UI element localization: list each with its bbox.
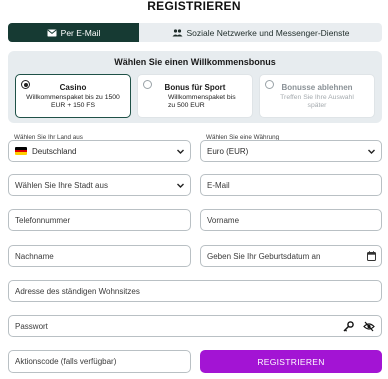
registration-tabs: Per E-Mail Soziale Netzwerke und Messeng… [8, 23, 382, 42]
radio-unselected-icon[interactable] [265, 80, 274, 89]
radio-unselected-icon[interactable] [143, 80, 152, 89]
city-placeholder: Wählen Sie Ihre Stadt aus [15, 180, 108, 190]
tab-social[interactable]: Soziale Netzwerke und Messenger-Dienste [139, 23, 382, 42]
bonus-option-sport[interactable]: Bonus für Sport Willkommenspaket bis zu … [137, 74, 253, 118]
calendar-icon[interactable] [367, 251, 376, 263]
last-name-placeholder: Nachname [15, 251, 54, 261]
phone-placeholder: Telefonnummer [15, 215, 71, 225]
chevron-down-icon [176, 181, 185, 192]
country-select[interactable]: Deutschland [8, 140, 191, 162]
city-select[interactable]: Wählen Sie Ihre Stadt aus [8, 174, 191, 196]
password-field[interactable]: Passwort [8, 315, 382, 337]
bonus-option-name: Bonusse ablehnen [281, 83, 353, 92]
tab-social-label: Soziale Netzwerke und Messenger-Dienste [186, 27, 350, 38]
flag-stripe-gold [15, 152, 27, 155]
eye-slash-icon[interactable] [363, 321, 375, 334]
tab-email-label: Per E-Mail [60, 27, 101, 38]
bonus-option-decline[interactable]: Bonusse ablehnen Treffen Sie Ihre Auswah… [259, 74, 375, 118]
radio-selected-icon[interactable] [21, 80, 30, 89]
country-value: Deutschland [32, 146, 77, 156]
email-field[interactable]: E-Mail [200, 174, 382, 196]
bonus-option-description: Treffen Sie Ihre Auswahl später [280, 94, 354, 109]
bonus-option-description: Willkommenspaket bis zu 1500 EUR + 150 F… [26, 94, 120, 109]
password-placeholder: Passwort [15, 321, 48, 331]
bonus-title: Wählen Sie einen Willkommensbonus [114, 57, 276, 67]
address-field[interactable]: Adresse des ständigen Wohnsitzes [8, 280, 382, 302]
tab-email[interactable]: Per E-Mail [8, 23, 139, 42]
chevron-down-icon [367, 147, 376, 158]
birthdate-field[interactable]: Geben Sie Ihr Geburtsdatum an [200, 245, 382, 267]
first-name-placeholder: Vorname [207, 215, 240, 225]
register-button[interactable]: REGISTRIEREN [200, 350, 382, 373]
users-icon [172, 28, 183, 37]
promo-code-placeholder: Aktionscode (falls verfügbar) [15, 357, 117, 366]
bonus-option-casino[interactable]: Casino Willkommenspaket bis zu 1500 EUR … [15, 74, 131, 118]
birthdate-placeholder: Geben Sie Ihr Geburtsdatum an [207, 251, 321, 261]
address-placeholder: Adresse des ständigen Wohnsitzes [15, 286, 140, 296]
bonus-option-description: Willkommenspaket bis zu 500 EUR [168, 94, 236, 109]
key-icon[interactable] [343, 321, 354, 334]
email-placeholder: E-Mail [207, 180, 230, 190]
page-title: REGISTRIEREN [147, 0, 241, 13]
last-name-field[interactable]: Nachname [8, 245, 191, 267]
envelope-icon [47, 29, 57, 37]
currency-value: Euro (EUR) [207, 146, 249, 156]
germany-flag-icon [15, 147, 27, 155]
currency-select[interactable]: Euro (EUR) [200, 140, 382, 162]
chevron-down-icon [176, 147, 185, 158]
first-name-field[interactable]: Vorname [200, 209, 382, 231]
bonus-option-name: Casino [59, 83, 87, 92]
promo-code-field[interactable]: Aktionscode (falls verfügbar) [8, 350, 191, 373]
bonus-selection-panel: Wählen Sie einen Willkommensbonus Casino… [8, 51, 382, 123]
phone-field[interactable]: Telefonnummer [8, 209, 191, 231]
bonus-option-name: Bonus für Sport [164, 83, 226, 92]
